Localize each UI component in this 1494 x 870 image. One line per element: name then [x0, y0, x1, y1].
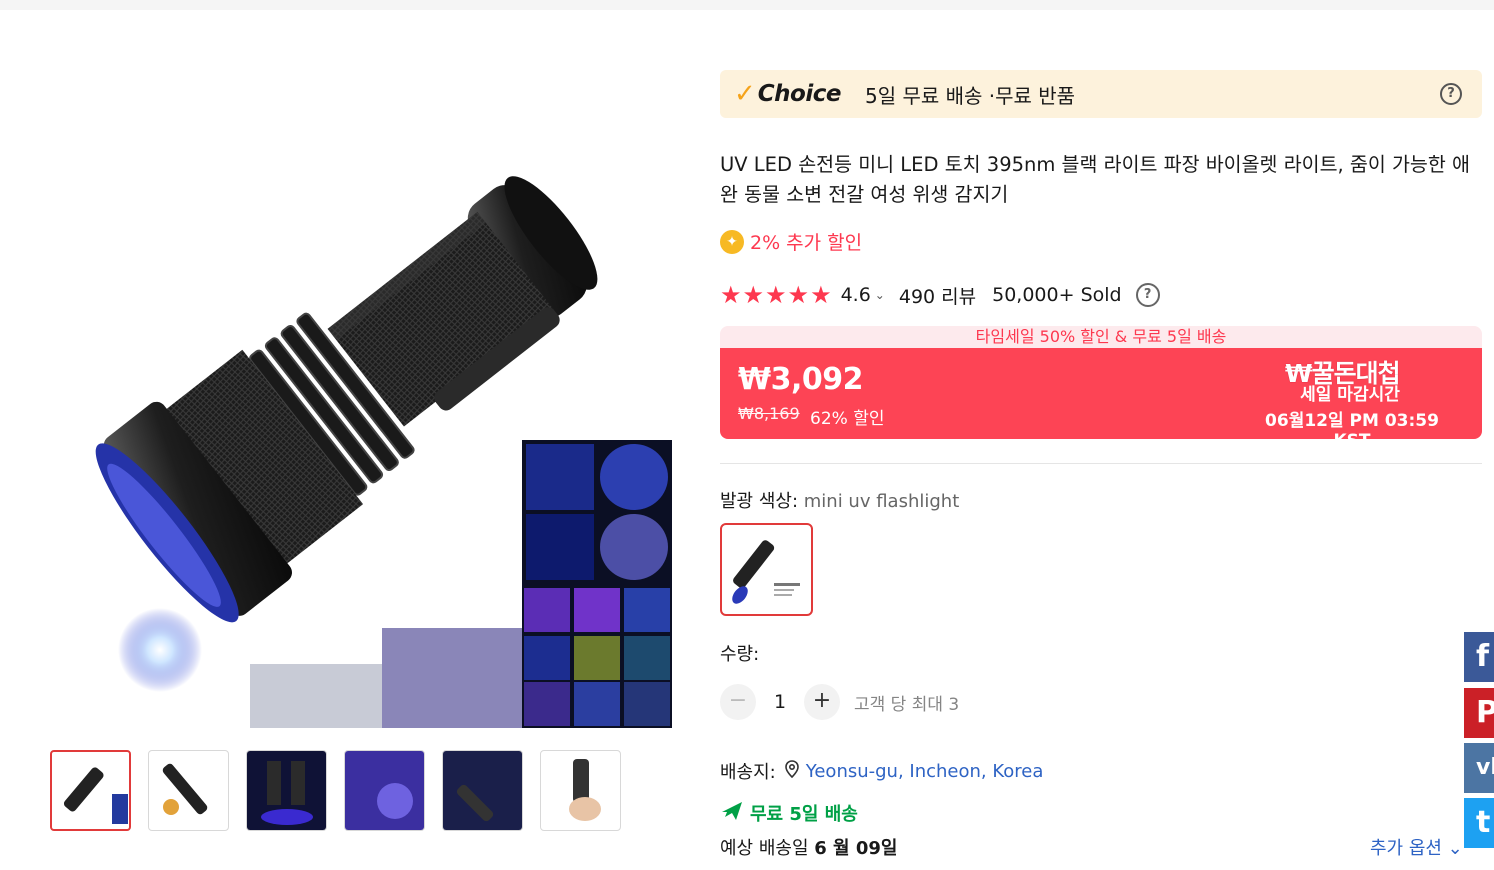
- ship-location-link[interactable]: Yeonsu-gu, Incheon, Korea: [806, 761, 1044, 782]
- thumbnail-3[interactable]: [246, 750, 327, 831]
- quantity-stepper: − 1 + 고객 당 최대 3: [720, 684, 959, 720]
- help-icon[interactable]: ?: [1135, 283, 1160, 307]
- collage-tile: [524, 682, 570, 726]
- thumbnail-4[interactable]: [344, 750, 425, 831]
- rating-value[interactable]: 4.6: [841, 284, 871, 306]
- quantity-decrease-button[interactable]: −: [720, 684, 756, 720]
- collage-tile: [524, 636, 570, 680]
- collage-tile: [624, 636, 670, 680]
- airplane-icon: [720, 800, 744, 826]
- collage-tile: [574, 636, 620, 680]
- eta-date: 6 월 09일: [814, 838, 898, 859]
- color-option-label: 발광 색상: mini uv flashlight: [720, 487, 959, 513]
- sold-count: 50,000+ Sold: [992, 284, 1122, 306]
- collage-hand: [250, 664, 382, 728]
- coin-discount-text: 2% 추가 할인: [750, 232, 863, 254]
- collage-note: [600, 514, 668, 580]
- chevron-down-icon[interactable]: ⌄: [875, 288, 885, 302]
- color-value: mini uv flashlight: [803, 491, 960, 512]
- rating-row: ★★★★★ 4.6 ⌄ 490 리뷰 50,000+ Sold ?: [720, 280, 1160, 310]
- thumbnail-5[interactable]: [442, 750, 523, 831]
- pinterest-share-button[interactable]: P: [1464, 688, 1494, 738]
- twitter-share-button[interactable]: t: [1464, 798, 1494, 848]
- collage-tile: [574, 682, 620, 726]
- original-price: ₩8,169: [738, 404, 800, 423]
- thumbnail-2[interactable]: [148, 750, 229, 831]
- collage-scorpion: [526, 444, 594, 510]
- price-box: ₩3,092 ₩8,169 62% 할인 ₩꿀돈대첩 세일 마감시간 06월12…: [720, 348, 1482, 451]
- coin-discount: ✦ 2% 추가 할인: [720, 228, 862, 255]
- eta-label: 예상 배송일: [720, 838, 815, 859]
- facebook-share-button[interactable]: f: [1464, 632, 1494, 682]
- help-icon[interactable]: ?: [1440, 83, 1462, 105]
- collage-coin: [600, 444, 668, 510]
- free-shipping-text: 무료 5일 배송: [750, 804, 858, 825]
- collage-tile: [574, 588, 620, 632]
- discount-percent: 62% 할인: [810, 409, 885, 429]
- free-shipping-row: 무료 5일 배송: [720, 800, 858, 826]
- vk-share-button[interactable]: vk: [1464, 743, 1494, 793]
- choice-benefits: 5일 무료 배송 ·무료 반품: [864, 83, 1076, 108]
- coin-icon: ✦: [720, 229, 744, 254]
- thumbnail-6[interactable]: [540, 750, 621, 831]
- quantity-label: 수량:: [720, 644, 760, 665]
- deal-end-time: 06월12일 PM 03:59 KST: [1265, 411, 1439, 451]
- delivery-estimate: 예상 배송일 6 월 09일: [720, 834, 897, 860]
- rating-stars: ★★★★★: [720, 281, 833, 309]
- deal-end-label: 세일 마감시간: [1300, 385, 1400, 405]
- collage-tile: [624, 682, 670, 726]
- promo-line: 타임세일 50% 할인 & 무료 5일 배송: [720, 326, 1482, 348]
- product-title: UV LED 손전등 미니 LED 토치 395nm 블랙 라이트 파장 바이올…: [720, 153, 1470, 206]
- ship-to-label: 배송지:: [720, 762, 776, 783]
- quantity-increase-button[interactable]: +: [804, 684, 840, 720]
- collage-tile: [624, 588, 670, 632]
- divider: [720, 463, 1482, 464]
- top-strip: [0, 0, 1494, 10]
- location-pin-icon: [784, 759, 800, 783]
- current-price: ₩3,092: [738, 362, 863, 397]
- more-options-link[interactable]: 추가 옵션 ⌄: [1370, 834, 1463, 860]
- collage-tile: [524, 588, 570, 632]
- facebook-icon: f: [1476, 639, 1490, 674]
- sku-option-mini-uv-flashlight[interactable]: [720, 523, 813, 616]
- collage-dog: [382, 628, 522, 728]
- color-label-text: 발광 색상:: [720, 491, 804, 512]
- pinterest-icon: P: [1476, 695, 1494, 730]
- thumbnail-1[interactable]: [50, 750, 131, 831]
- ship-to-row: 배송지: Yeonsu-gu, Incheon, Korea: [720, 758, 1043, 784]
- twitter-icon: t: [1476, 805, 1491, 840]
- collage-umbrella: [526, 514, 594, 580]
- vk-icon: vk: [1476, 755, 1494, 780]
- review-count[interactable]: 490 리뷰: [899, 282, 976, 309]
- choice-brand: Choice: [757, 81, 842, 107]
- checkmark-icon: ✓: [734, 79, 756, 109]
- choice-banner: ✓ Choice 5일 무료 배송 ·무료 반품 ?: [720, 70, 1482, 118]
- quantity-max-note: 고객 당 최대 3: [854, 694, 960, 715]
- quantity-value[interactable]: 1: [756, 691, 804, 713]
- uv-sample-collage: [522, 440, 672, 728]
